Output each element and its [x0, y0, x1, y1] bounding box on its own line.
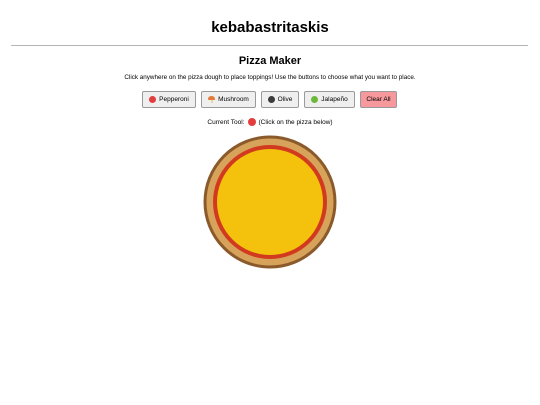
- olive-button-label: Olive: [277, 96, 293, 103]
- site-title: kebabastritaskis: [211, 19, 329, 36]
- header-divider: [11, 45, 528, 46]
- pepperoni-button[interactable]: Pepperoni: [142, 91, 196, 108]
- jalapeno-icon: [311, 96, 319, 103]
- current-tool-hint: (Click on the pizza below): [258, 118, 333, 126]
- pizza-cheese: [217, 149, 323, 255]
- mushroom-button[interactable]: Mushroom: [201, 91, 256, 108]
- clear-all-button-label: Clear All: [366, 96, 391, 103]
- olive-icon: [267, 96, 275, 103]
- pepperoni-button-label: Pepperoni: [159, 96, 189, 103]
- current-tool-indicator: Current Tool: (Click on the pizza below): [0, 118, 540, 126]
- mushroom-icon: [208, 96, 216, 103]
- olive-button[interactable]: Olive: [261, 91, 299, 108]
- pepperoni-icon: [247, 118, 256, 126]
- page-heading: Pizza Maker: [238, 55, 302, 67]
- instructions-text: Click anywhere on the pizza dough to pla…: [124, 74, 416, 81]
- clear-all-button[interactable]: Clear All: [360, 91, 397, 108]
- jalapeno-button[interactable]: Jalapeño: [304, 91, 355, 108]
- jalapeno-button-label: Jalapeño: [321, 96, 348, 103]
- mushroom-button-label: Mushroom: [218, 96, 249, 103]
- pizza-canvas[interactable]: [203, 135, 337, 269]
- topping-toolbar: Pepperoni Mushroom Olive Jalapeño Clear …: [142, 91, 397, 108]
- current-tool-prefix: Current Tool:: [207, 118, 245, 126]
- pepperoni-icon: [149, 96, 157, 103]
